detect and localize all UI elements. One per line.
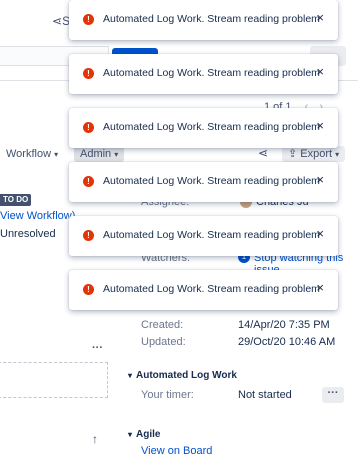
export-dropdown[interactable]: ⇪ Export ▾ xyxy=(282,146,346,162)
notification-message: Automated Log Work. Stream reading probl… xyxy=(103,229,320,241)
workflow-dropdown[interactable]: Workflow ▾ xyxy=(6,146,58,162)
error-notification: ! Automated Log Work. Stream reading pro… xyxy=(69,54,338,94)
chevron-down-icon: ▾ xyxy=(114,150,119,159)
status-badge[interactable]: TO DO xyxy=(0,194,32,206)
more-options-icon[interactable]: ··· xyxy=(92,342,103,354)
share-button[interactable]: ⋖S xyxy=(52,14,70,28)
error-icon: ! xyxy=(83,176,94,187)
updated-label: Updated: xyxy=(141,336,186,348)
timer-more-button[interactable]: ··· xyxy=(322,387,344,403)
error-icon: ! xyxy=(83,14,94,25)
export-icon: ⇪ xyxy=(288,148,298,160)
error-notification: ! Automated Log Work. Stream reading pro… xyxy=(69,270,338,310)
notification-message: Automated Log Work. Stream reading probl… xyxy=(103,121,320,133)
notification-message: Automated Log Work. Stream reading probl… xyxy=(103,13,320,25)
chevron-down-icon: ▾ xyxy=(128,430,133,439)
close-icon[interactable]: × xyxy=(316,173,324,187)
close-icon[interactable]: × xyxy=(316,119,324,133)
created-value: 14/Apr/20 7:35 PM xyxy=(238,319,330,331)
error-icon: ! xyxy=(83,122,94,133)
close-icon[interactable]: × xyxy=(316,65,324,79)
agile-title: Agile xyxy=(136,429,161,440)
error-notification: ! Automated Log Work. Stream reading pro… xyxy=(69,162,338,202)
updated-value: 29/Oct/20 10:46 AM xyxy=(238,336,336,348)
error-icon: ! xyxy=(83,284,94,295)
created-label: Created: xyxy=(141,319,184,331)
attachment-dropzone[interactable] xyxy=(0,362,108,398)
error-icon: ! xyxy=(83,230,94,241)
chevron-down-icon: ▾ xyxy=(128,371,133,380)
chevron-down-icon: ▾ xyxy=(335,150,340,159)
log-work-section-header[interactable]: ▾ Automated Log Work xyxy=(128,370,237,381)
agile-section-header[interactable]: ▾ Agile xyxy=(128,429,160,440)
error-icon: ! xyxy=(83,68,94,79)
chevron-down-icon: ▾ xyxy=(54,150,59,159)
workflow-label: Workflow xyxy=(6,148,52,160)
error-notification: ! Automated Log Work. Stream reading pro… xyxy=(69,216,338,256)
share-icon[interactable]: ⋖ xyxy=(258,146,268,160)
scroll-up-icon[interactable]: ↑ xyxy=(92,432,98,446)
error-notification: ! Automated Log Work. Stream reading pro… xyxy=(69,108,338,148)
notification-message: Automated Log Work. Stream reading probl… xyxy=(103,175,320,187)
close-icon[interactable]: × xyxy=(316,281,324,295)
view-on-board-link[interactable]: View on Board xyxy=(141,445,212,457)
admin-label: Admin xyxy=(80,148,112,160)
timer-label: Your timer: xyxy=(141,389,194,401)
share-icon: ⋖ xyxy=(52,14,63,28)
resolution-value: Unresolved xyxy=(0,228,56,240)
notification-message: Automated Log Work. Stream reading probl… xyxy=(103,67,320,79)
close-icon[interactable]: × xyxy=(316,227,324,241)
close-icon[interactable]: × xyxy=(316,11,324,25)
log-work-title: Automated Log Work xyxy=(136,370,237,381)
error-notification: ! Automated Log Work. Stream reading pro… xyxy=(69,0,338,40)
admin-dropdown[interactable]: Admin ▾ xyxy=(74,146,125,162)
view-workflow-link[interactable]: View Workflow) xyxy=(0,210,75,222)
notification-message: Automated Log Work. Stream reading probl… xyxy=(103,283,320,295)
timer-value: Not started xyxy=(238,389,292,401)
export-label: Export xyxy=(300,148,333,160)
